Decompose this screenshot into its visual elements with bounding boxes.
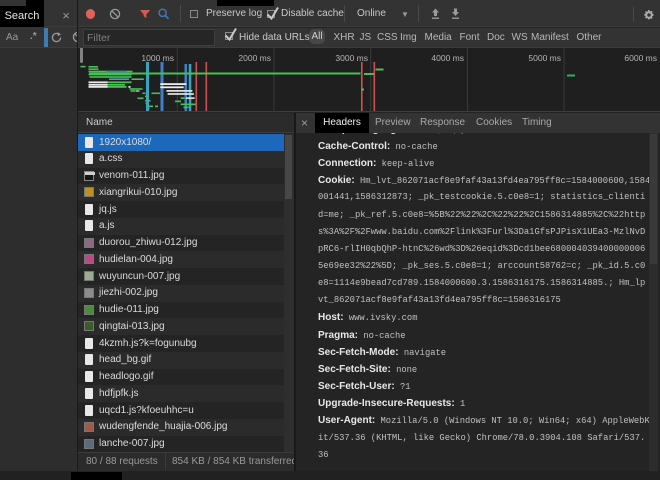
svg-text:2000 ms: 2000 ms <box>238 53 271 63</box>
svg-text:5000 ms: 5000 ms <box>528 53 561 63</box>
svg-text:6000 ms: 6000 ms <box>624 53 657 63</box>
svg-text:4000 ms: 4000 ms <box>431 53 464 63</box>
svg-text:1000 ms: 1000 ms <box>141 53 174 63</box>
svg-text:3000 ms: 3000 ms <box>335 53 368 63</box>
